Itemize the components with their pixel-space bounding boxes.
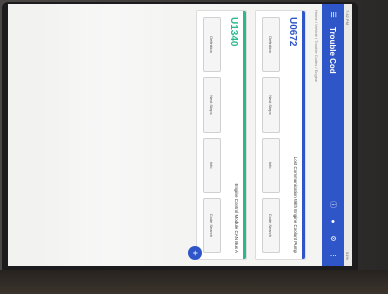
card-actions: Definition Next Steps Info Code Search — [256, 11, 283, 259]
status-bar: 7:42 PM 91% — [344, 4, 352, 266]
trouble-code: U0672 — [287, 17, 298, 47]
card-accent — [243, 11, 246, 259]
next-steps-button[interactable]: Next Steps — [262, 77, 280, 133]
card-actions: Definition Next Steps Info Code Search — [197, 11, 224, 259]
code-description: Lost Communication With Engine Coolant P… — [293, 156, 298, 253]
info-button[interactable]: Info — [203, 137, 221, 193]
app-title: Trouble Cod — [328, 27, 338, 74]
bell-icon[interactable]: ● — [329, 217, 338, 226]
settings-icon[interactable]: ⚙ — [329, 234, 338, 243]
menu-icon[interactable]: ☰ — [329, 10, 338, 19]
definition-button[interactable]: Definition — [262, 17, 280, 73]
code-description: Engine Control Module CAN Bus A — [234, 183, 239, 253]
next-steps-button[interactable]: Next Steps — [203, 77, 221, 133]
tablet-screen: 7:42 PM 91% ☰ Trouble Cod ⓘ ● ⚙ ⋮ Home /… — [8, 4, 352, 266]
add-button[interactable]: + — [188, 246, 202, 260]
trouble-code: U1340 — [228, 17, 239, 47]
desk-surface — [0, 270, 388, 294]
status-battery: 91% — [345, 251, 351, 260]
card-accent — [302, 11, 305, 259]
more-icon[interactable]: ⋮ — [329, 251, 338, 260]
trouble-code-card: U1340 Engine Control Module CAN Bus A De… — [196, 10, 247, 260]
info-button[interactable]: Info — [262, 137, 280, 193]
code-search-button[interactable]: Code Search — [203, 197, 221, 253]
status-time: 7:42 PM — [345, 10, 351, 25]
app-bar: ☰ Trouble Cod ⓘ ● ⚙ ⋮ — [322, 4, 344, 266]
content: U0672 Lost Communication With Engine Coo… — [182, 4, 312, 266]
breadcrumb: Home / Vehicle / Trouble Codes / Engine — [314, 10, 320, 83]
trouble-code-card: U0672 Lost Communication With Engine Coo… — [255, 10, 306, 260]
info-icon[interactable]: ⓘ — [329, 200, 338, 209]
definition-button[interactable]: Definition — [203, 17, 221, 73]
app-root: 7:42 PM 91% ☰ Trouble Cod ⓘ ● ⚙ ⋮ Home /… — [102, 4, 352, 266]
code-search-button[interactable]: Code Search — [262, 197, 280, 253]
card-header: U0672 Lost Communication With Engine Coo… — [283, 11, 302, 259]
card-header: U1340 Engine Control Module CAN Bus A — [224, 11, 243, 259]
